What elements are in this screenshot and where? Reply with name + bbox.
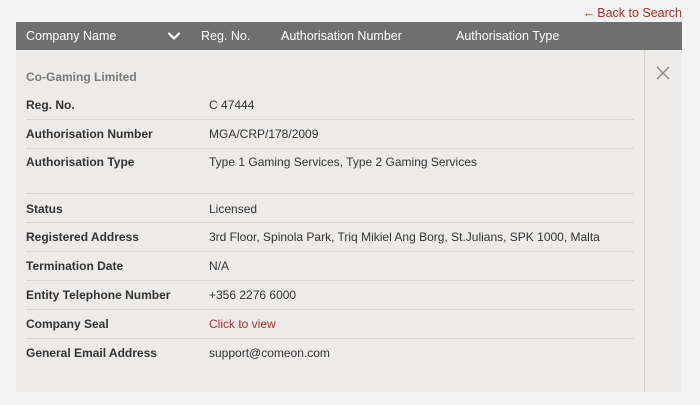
detail-value: C 47444 <box>209 98 255 112</box>
panel-divider <box>644 50 645 392</box>
detail-value: MGA/CRP/178/2009 <box>209 127 319 141</box>
detail-row-authorisation-number: Authorisation Number MGA/CRP/178/2009 <box>26 120 634 149</box>
column-header-authorisation-type[interactable]: Authorisation Type <box>456 29 559 43</box>
detail-value: 3rd Floor, Spinola Park, Triq Mikiel Ang… <box>209 230 600 244</box>
detail-label: Entity Telephone Number <box>26 288 171 302</box>
detail-label: Authorisation Type <box>26 155 135 169</box>
company-seal-link[interactable]: Click to view <box>209 317 276 331</box>
detail-row-termination-date: Termination Date N/A <box>26 252 634 281</box>
results-table-header: Company Name Reg. No. Authorisation Numb… <box>16 22 682 50</box>
back-to-search-link[interactable]: ← Back to Search <box>583 6 682 20</box>
detail-value: Type 1 Gaming Services, Type 2 Gaming Se… <box>209 155 477 169</box>
detail-value: Licensed <box>209 202 258 216</box>
chevron-down-icon[interactable] <box>167 29 181 43</box>
detail-label: Reg. No. <box>26 98 75 112</box>
detail-row-general-email-address: General Email Address support@comeon.com <box>26 339 634 367</box>
column-header-reg-no[interactable]: Reg. No. <box>201 29 250 43</box>
detail-value: support@comeon.com <box>209 346 330 360</box>
column-header-company-name[interactable]: Company Name <box>26 29 116 43</box>
detail-row-company-seal: Company Seal Click to view <box>26 310 634 339</box>
detail-row-authorisation-type: Authorisation Type Type 1 Gaming Service… <box>26 149 634 194</box>
column-header-authorisation-number[interactable]: Authorisation Number <box>281 29 402 43</box>
detail-value: N/A <box>209 259 230 273</box>
back-arrow-icon: ← <box>582 6 596 20</box>
back-to-search-label: Back to Search <box>597 6 682 20</box>
detail-label: General Email Address <box>26 346 157 360</box>
company-name-heading: Co-Gaming Limited <box>26 70 137 84</box>
detail-row-registered-address: Registered Address 3rd Floor, Spinola Pa… <box>26 223 634 252</box>
close-icon[interactable] <box>654 64 672 82</box>
company-detail-panel: Co-Gaming Limited Reg. No. C 47444 Autho… <box>16 50 682 392</box>
detail-label: Registered Address <box>26 230 139 244</box>
detail-row-entity-telephone-number: Entity Telephone Number +356 2276 6000 <box>26 281 634 310</box>
detail-row-status: Status Licensed <box>26 194 634 223</box>
detail-label: Termination Date <box>26 259 124 273</box>
detail-label: Authorisation Number <box>26 127 153 141</box>
detail-value: +356 2276 6000 <box>209 288 297 302</box>
detail-label: Status <box>26 202 63 216</box>
detail-row-reg-no: Reg. No. C 47444 <box>26 90 634 120</box>
detail-label: Company Seal <box>26 317 109 331</box>
